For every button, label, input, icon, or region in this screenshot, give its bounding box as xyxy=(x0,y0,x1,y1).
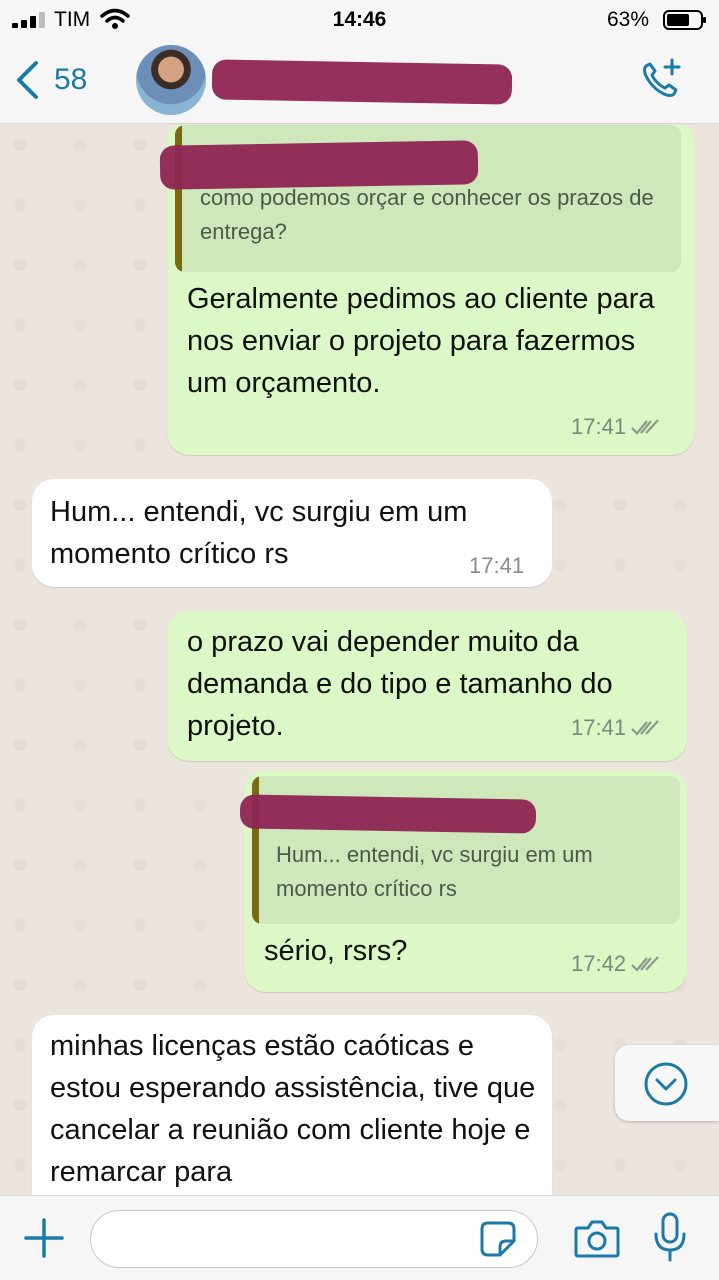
quoted-text: Hum... entendi, vc surgiu em um momento … xyxy=(276,842,593,901)
read-receipt-icon xyxy=(631,720,659,736)
add-call-icon[interactable] xyxy=(636,56,684,104)
message-meta: 17:42 xyxy=(571,951,660,977)
contact-avatar[interactable] xyxy=(136,45,206,115)
plus-icon[interactable] xyxy=(24,1218,64,1258)
message-time: 17:42 xyxy=(571,951,627,976)
message-time: 17:41 xyxy=(571,715,627,740)
message-time: 17:41 xyxy=(571,414,627,439)
message-meta: 17:41 xyxy=(571,715,660,741)
message-text: minhas licenças estão caóticas e estou e… xyxy=(50,1030,536,1188)
read-receipt-icon xyxy=(631,956,659,972)
microphone-icon[interactable] xyxy=(652,1212,688,1262)
camera-icon[interactable] xyxy=(574,1218,620,1258)
message-incoming[interactable]: minhas licenças estão caóticas e estou e… xyxy=(32,1015,552,1195)
status-bar: TIM 14:46 63% xyxy=(0,0,719,40)
redacted-contact-name[interactable] xyxy=(211,59,513,105)
sticker-icon[interactable] xyxy=(480,1221,516,1257)
chat-area[interactable]: como podemos orçar e conhecer os prazos … xyxy=(0,125,719,1195)
message-composer xyxy=(0,1195,719,1280)
message-incoming[interactable]: Hum... entendi, vc surgiu em um momento … xyxy=(32,479,552,587)
redacted-quote-sender xyxy=(239,794,537,834)
redacted-quote-sender xyxy=(159,140,479,190)
read-receipt-icon xyxy=(631,419,659,435)
message-input[interactable] xyxy=(90,1210,538,1268)
chevron-down-icon xyxy=(644,1062,688,1106)
message-text: Hum... entendi, vc surgiu em um momento … xyxy=(50,496,468,570)
unread-count: 58 xyxy=(54,63,88,96)
scroll-to-bottom-button[interactable] xyxy=(615,1045,719,1121)
battery-percent: 63% xyxy=(607,8,650,31)
message-meta: 17:41 xyxy=(571,414,660,440)
message-outgoing[interactable]: o prazo vai depender muito da demanda e … xyxy=(167,611,687,761)
back-button[interactable]: 58 xyxy=(14,58,104,102)
chevron-left-icon xyxy=(17,61,38,99)
message-time: 17:41 xyxy=(469,553,525,578)
message-meta: 17:41 xyxy=(469,553,524,579)
message-text: Geralmente pedimos ao cliente para nos e… xyxy=(187,283,655,399)
chat-header: TIM 14:46 63% 58 xyxy=(0,0,719,124)
message-text: sério, rsrs? xyxy=(264,935,408,967)
quoted-text: como podemos orçar e conhecer os prazos … xyxy=(200,185,654,244)
battery-icon xyxy=(663,10,706,30)
